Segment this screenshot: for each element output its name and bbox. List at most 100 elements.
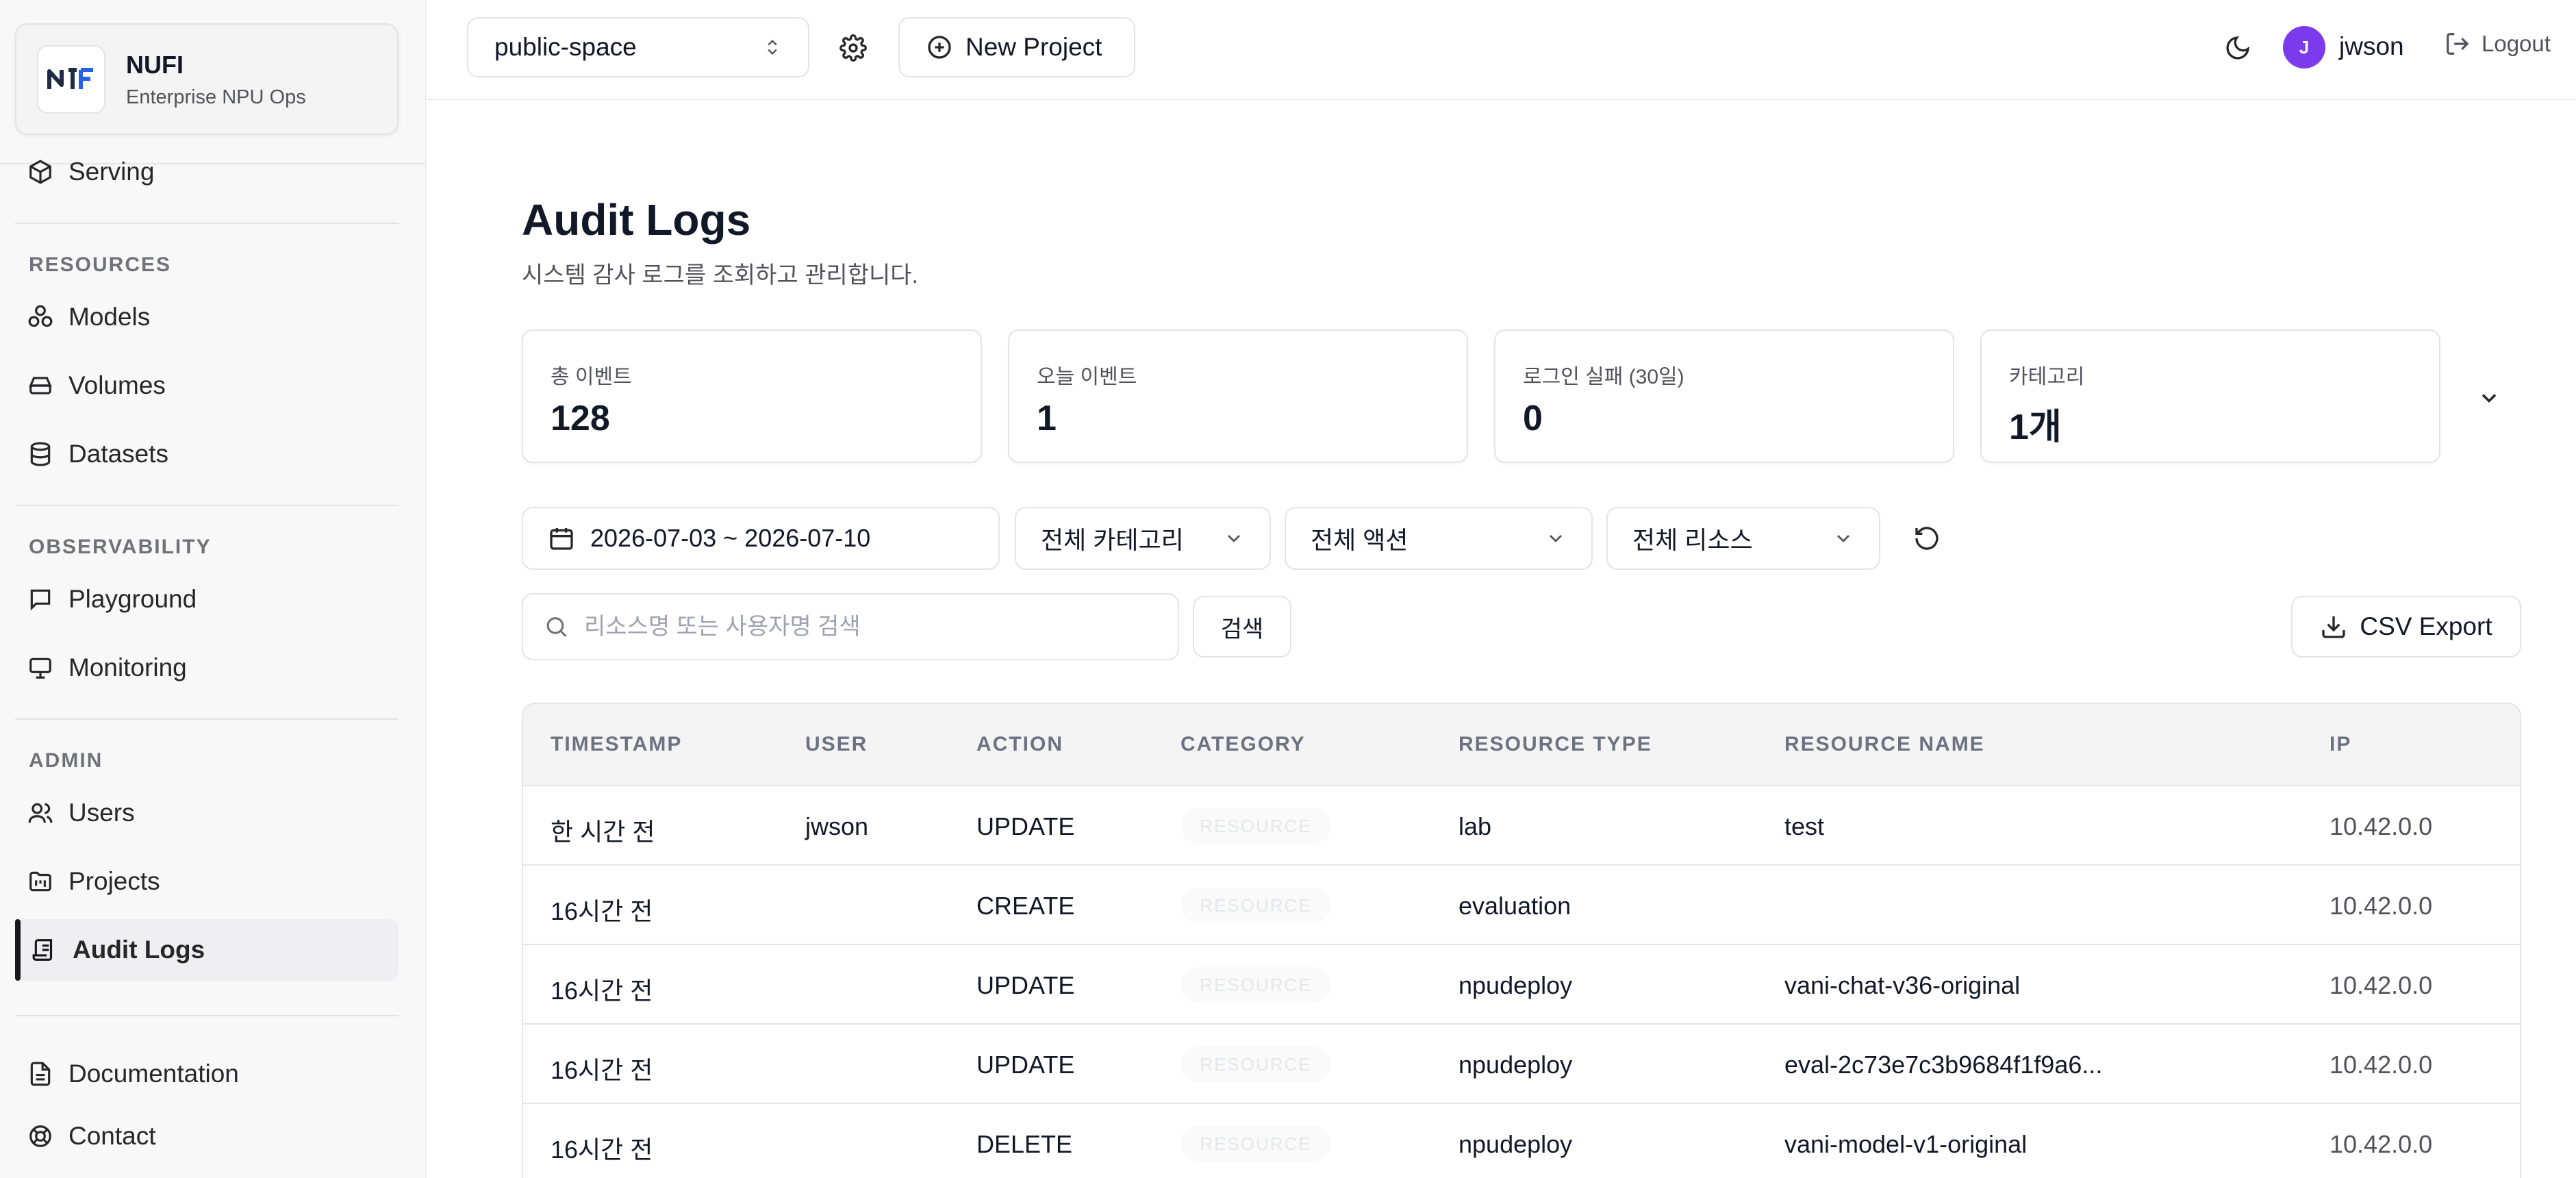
- new-project-label: New Project: [965, 33, 1102, 61]
- reset-filters-button[interactable]: [1908, 519, 1946, 557]
- sidebar-item-documentation[interactable]: Documentation: [27, 1053, 239, 1094]
- brand-card[interactable]: NUFI Enterprise NPU Ops: [15, 23, 399, 135]
- chevron-down-icon: [1550, 535, 1562, 542]
- stat-card-total-events: 총 이벤트 128: [522, 329, 982, 463]
- date-range-picker[interactable]: 2026-07-03 ~ 2026-07-10: [522, 507, 1000, 570]
- stat-label: 오늘 이벤트: [1037, 366, 1137, 388]
- logout-button[interactable]: Logout: [2445, 31, 2551, 57]
- moon-icon: [2226, 36, 2250, 60]
- cell-timestamp: 16시간 전: [551, 977, 653, 1005]
- column-header-timestamp[interactable]: TIMESTAMP: [551, 733, 682, 756]
- audit-log-table: TIMESTAMP USER ACTION CATEGORY RESOURCE …: [522, 703, 2521, 1178]
- sidebar-item-contact[interactable]: Contact: [27, 1116, 156, 1157]
- column-header-resource-name[interactable]: RESOURCE NAME: [1784, 733, 1985, 756]
- category-select[interactable]: 전체 카테고리: [1015, 507, 1271, 570]
- category-badge: RESOURCE: [1180, 1126, 1331, 1162]
- new-project-button[interactable]: New Project: [898, 17, 1135, 77]
- sidebar-item-serving[interactable]: Serving: [27, 151, 154, 192]
- file-text-icon: [30, 1062, 51, 1086]
- stat-value: 1: [1037, 399, 1057, 438]
- logout-label: Logout: [2482, 31, 2551, 56]
- page-subtitle: 시스템 감사 로그를 조회하고 관리합니다.: [522, 262, 918, 288]
- sidebar-item-volumes[interactable]: Volumes: [27, 365, 166, 406]
- table-row[interactable]: 16시간 전 UPDATE RESOURCE npudeploy vani-ch…: [523, 945, 2520, 1025]
- cell-resource-name: vani-model-v1-original: [1784, 1130, 2028, 1158]
- cell-timestamp: 16시간 전: [551, 1056, 653, 1084]
- column-header-action[interactable]: ACTION: [976, 733, 1063, 756]
- search-button[interactable]: 검색: [1193, 596, 1291, 657]
- stats-expand-button[interactable]: [2472, 381, 2506, 415]
- page-title: Audit Logs: [522, 195, 751, 245]
- table-row[interactable]: 한 시간 전 jwson UPDATE RESOURCE lab test 10…: [523, 786, 2520, 866]
- column-header-user[interactable]: USER: [805, 733, 868, 756]
- search-icon: [546, 617, 567, 637]
- hard-drive-icon: [29, 377, 52, 394]
- stat-card-today-events: 오늘 이벤트 1: [1008, 329, 1468, 463]
- theme-toggle-button[interactable]: [2219, 29, 2257, 67]
- active-indicator: [15, 919, 21, 981]
- cell-action: DELETE: [976, 1130, 1073, 1158]
- sidebar-item-projects[interactable]: Projects: [27, 861, 160, 902]
- plus-circle-icon: [928, 36, 951, 59]
- table-header: TIMESTAMP USER ACTION CATEGORY RESOURCE …: [523, 704, 2520, 786]
- username[interactable]: jwson: [2339, 32, 2404, 61]
- cell-resource-type: npudeploy: [1459, 1130, 1573, 1158]
- chevrons-up-down-icon: [768, 40, 777, 55]
- sidebar-item-label: Volumes: [68, 371, 166, 399]
- sidebar-item-datasets[interactable]: Datasets: [27, 434, 168, 475]
- project-select[interactable]: public-space: [467, 17, 809, 77]
- chevron-down-icon: [1837, 535, 1849, 542]
- users-icon: [28, 803, 53, 823]
- table-row[interactable]: 16시간 전 CREATE RESOURCE evaluation 10.42.…: [523, 866, 2520, 945]
- cell-resource-type: npudeploy: [1459, 971, 1573, 999]
- action-select[interactable]: 전체 액션: [1285, 507, 1593, 570]
- column-header-category[interactable]: CATEGORY: [1180, 733, 1306, 756]
- project-settings-button[interactable]: [834, 29, 872, 67]
- project-select-value: public-space: [494, 33, 637, 61]
- folder-kanban-icon: [29, 871, 51, 892]
- cell-resource-name: vani-chat-v36-original: [1784, 971, 2021, 999]
- category-badge: RESOURCE: [1180, 888, 1331, 923]
- monitor-icon: [29, 657, 51, 679]
- csv-export-label: CSV Export: [2360, 612, 2492, 640]
- sidebar-item-playground[interactable]: Playground: [27, 579, 197, 620]
- action-select-value: 전체 액션: [1311, 526, 1409, 554]
- sidebar-item-label: Projects: [68, 867, 160, 895]
- divider: [15, 505, 399, 506]
- cell-action: UPDATE: [976, 1051, 1075, 1079]
- avatar[interactable]: J: [2283, 26, 2325, 68]
- divider: [15, 223, 399, 224]
- column-header-ip[interactable]: IP: [2329, 733, 2351, 756]
- cell-timestamp: 한 시간 전: [551, 818, 655, 846]
- category-badge: RESOURCE: [1180, 1047, 1331, 1082]
- sidebar-item-audit-logs[interactable]: Audit Logs: [31, 929, 205, 970]
- chevron-down-icon: [1228, 535, 1240, 542]
- cell-resource-type: npudeploy: [1459, 1051, 1573, 1079]
- csv-export-button[interactable]: CSV Export: [2291, 596, 2521, 657]
- search-field[interactable]: [522, 593, 1179, 660]
- download-icon: [2322, 616, 2346, 638]
- cell-action: UPDATE: [976, 971, 1075, 999]
- stat-value: 1개: [2009, 408, 2062, 447]
- nufi-logo: [37, 45, 105, 114]
- table-row[interactable]: 16시간 전 DELETE RESOURCE npudeploy vani-mo…: [523, 1104, 2520, 1178]
- stat-card-categories: 카테고리 1개: [1980, 329, 2440, 463]
- category-select-value: 전체 카테고리: [1041, 526, 1184, 554]
- table-row[interactable]: 16시간 전 UPDATE RESOURCE npudeploy eval-2c…: [523, 1025, 2520, 1104]
- search-input[interactable]: [583, 613, 1157, 640]
- category-badge: RESOURCE: [1180, 808, 1331, 844]
- sidebar-item-models[interactable]: Models: [27, 297, 150, 338]
- divider: [15, 1015, 399, 1016]
- cell-action: UPDATE: [976, 812, 1075, 840]
- package-icon: [29, 160, 51, 184]
- section-label-admin: ADMIN: [29, 749, 103, 772]
- sidebar-item-users[interactable]: Users: [27, 792, 135, 834]
- cell-timestamp: 16시간 전: [551, 897, 653, 925]
- cell-ip: 10.42.0.0: [2329, 971, 2433, 999]
- stat-label: 로그인 실패 (30일): [1523, 366, 1684, 388]
- sidebar-item-label: Contact: [68, 1122, 156, 1150]
- cell-resource-type: lab: [1459, 812, 1492, 840]
- sidebar-item-monitoring[interactable]: Monitoring: [27, 647, 187, 688]
- resource-select[interactable]: 전체 리소스: [1606, 507, 1880, 570]
- column-header-resource-type[interactable]: RESOURCE TYPE: [1459, 733, 1652, 756]
